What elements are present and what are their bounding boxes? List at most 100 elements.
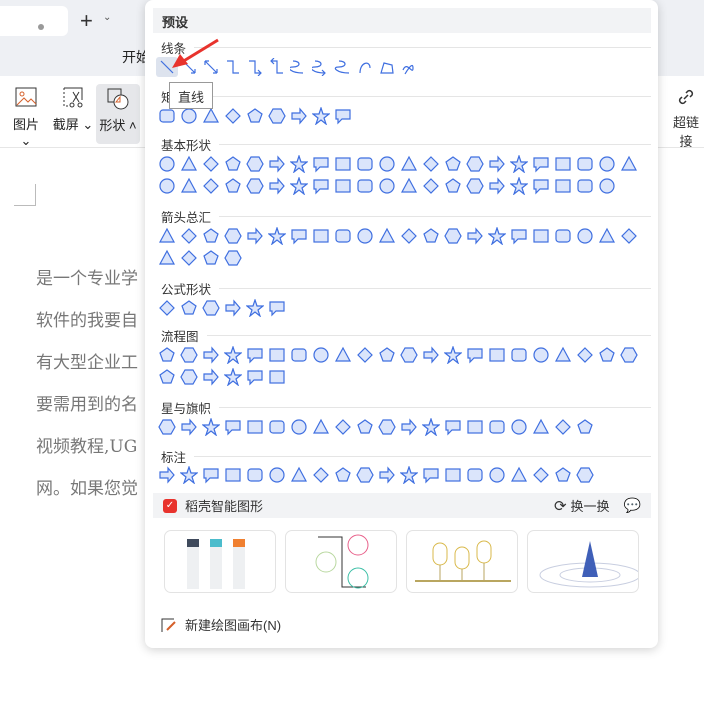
shape-manual-input-icon[interactable] <box>376 345 398 365</box>
shape-right-bracket-icon[interactable] <box>552 176 574 196</box>
shape-wave-icon[interactable] <box>552 417 574 437</box>
shape-line-callout4-icon[interactable] <box>310 465 332 485</box>
shape-sequential-storage-icon[interactable] <box>200 367 222 387</box>
shape-collate-icon[interactable] <box>552 345 574 365</box>
shape-decagon-icon[interactable] <box>420 154 442 174</box>
shape-cloud-callout-icon[interactable] <box>222 465 244 485</box>
shape-can-icon[interactable] <box>178 176 200 196</box>
shape-sort-icon[interactable] <box>574 345 596 365</box>
shape-donut-icon[interactable] <box>244 176 266 196</box>
shape-display-icon[interactable] <box>266 367 288 387</box>
shape-curved-left-arrow-icon[interactable] <box>442 226 464 246</box>
shape-stored-data-icon[interactable] <box>156 367 178 387</box>
shape-corner-icon[interactable] <box>574 154 596 174</box>
shape-left-bracket-icon[interactable] <box>530 176 552 196</box>
shape-explosion1-icon[interactable] <box>156 417 178 437</box>
shape-half-frame-icon[interactable] <box>552 154 574 174</box>
shape-star12-icon[interactable] <box>332 417 354 437</box>
shape-block-arc-icon[interactable] <box>288 176 310 196</box>
shape-round-diag-rect-icon[interactable] <box>332 106 354 126</box>
feedback-icon[interactable]: 💬 <box>624 497 641 514</box>
shape-elbow-connector-icon[interactable] <box>222 57 244 77</box>
shape-diagonal-stripe-icon[interactable] <box>596 154 618 174</box>
shape-summing-junction-icon[interactable] <box>508 345 530 365</box>
shape-parallelogram-icon[interactable] <box>266 154 288 174</box>
shape-circular-arrow-icon[interactable] <box>222 248 244 268</box>
shape-document-icon[interactable] <box>288 345 310 365</box>
shape-accent-border-callout2-icon[interactable] <box>530 465 552 485</box>
shape-snip-round-rect-icon[interactable] <box>266 106 288 126</box>
shape-ribbon-down-icon[interactable] <box>442 417 464 437</box>
shape-round-rect-callout-icon[interactable] <box>178 465 200 485</box>
shape-alternate-process-icon[interactable] <box>178 345 200 365</box>
shape-right-brace-icon[interactable] <box>596 176 618 196</box>
shape-folded-corner-icon[interactable] <box>310 176 332 196</box>
shape-dodecagon-icon[interactable] <box>442 154 464 174</box>
shape-line-callout3-icon[interactable] <box>288 465 310 485</box>
shape-curve-icon[interactable] <box>354 57 376 77</box>
shape-decision-icon[interactable] <box>200 345 222 365</box>
shape-snip-rect-icon[interactable] <box>200 106 222 126</box>
shape-star5-icon[interactable] <box>222 417 244 437</box>
shape-direct-access-storage-icon[interactable] <box>244 367 266 387</box>
shape-left-arrow-callout-icon[interactable] <box>618 226 640 246</box>
shape-moon-icon[interactable] <box>420 176 442 196</box>
shape-card-icon[interactable] <box>464 345 486 365</box>
smart-graphic-card[interactable] <box>406 530 518 593</box>
shape-connector-icon[interactable] <box>420 345 442 365</box>
shape-star4-icon[interactable] <box>200 417 222 437</box>
shape-cube-icon[interactable] <box>200 176 222 196</box>
shape-accent-callout1-icon[interactable] <box>332 465 354 485</box>
shape-star7-icon[interactable] <box>266 417 288 437</box>
shape-right-arrow-icon[interactable] <box>156 226 178 246</box>
chevron-down-icon[interactable]: ⌄ <box>103 12 111 23</box>
shape-cross-icon[interactable] <box>618 154 640 174</box>
shape-pentagon-arrow-icon[interactable] <box>552 226 574 246</box>
shape-magnetic-disk-icon[interactable] <box>222 367 244 387</box>
shape-text-box-icon[interactable] <box>156 154 178 174</box>
shape-vertical-text-box-icon[interactable] <box>178 154 200 174</box>
shape-frame-icon[interactable] <box>530 154 552 174</box>
shape-bent-arrow-icon[interactable] <box>332 226 354 246</box>
shape-manual-operation-icon[interactable] <box>398 345 420 365</box>
shape-star6-icon[interactable] <box>244 417 266 437</box>
shape-minus-icon[interactable] <box>178 298 200 318</box>
shape-pentagon-icon[interactable] <box>332 154 354 174</box>
shape-ellipse-icon[interactable] <box>200 154 222 174</box>
shape-multiply-icon[interactable] <box>200 298 222 318</box>
shape-accent-callout2-icon[interactable] <box>354 465 376 485</box>
shape-equal-icon[interactable] <box>244 298 266 318</box>
shape-curved-connector-icon[interactable] <box>288 57 310 77</box>
shapes-button[interactable]: 形状 ˄ <box>96 84 140 144</box>
shape-bevel-icon[interactable] <box>222 176 244 196</box>
shape-accent-border-callout3-icon[interactable] <box>552 465 574 485</box>
shape-round2-rect-icon[interactable] <box>310 106 332 126</box>
new-tab-button[interactable]: + <box>80 8 93 34</box>
shape-quad-arrow-callout-icon[interactable] <box>200 248 222 268</box>
shape-divide-icon[interactable] <box>222 298 244 318</box>
shape-star24-icon[interactable] <box>376 417 398 437</box>
shape-round1-rect-icon[interactable] <box>288 106 310 126</box>
shape-scribble-icon[interactable] <box>398 57 420 77</box>
hyperlink-button[interactable]: 超链接 <box>668 86 704 150</box>
shape-triangle-icon[interactable] <box>222 154 244 174</box>
shape-teardrop-icon[interactable] <box>508 154 530 174</box>
shape-quad-arrow-icon[interactable] <box>288 226 310 246</box>
shape-snip-diag-rect-icon[interactable] <box>244 106 266 126</box>
shape-oval-callout-icon[interactable] <box>200 465 222 485</box>
screenshot-button[interactable]: 截屏 ⌄ <box>52 86 94 136</box>
shape-right-triangle-icon[interactable] <box>244 154 266 174</box>
shape-notched-right-arrow-icon[interactable] <box>530 226 552 246</box>
shape-right-arrow-callout-icon[interactable] <box>596 226 618 246</box>
shape-merge-icon[interactable] <box>618 345 640 365</box>
shape-accent-callout3-icon[interactable] <box>376 465 398 485</box>
document-tab[interactable] <box>0 6 68 36</box>
smart-graphic-card[interactable] <box>527 530 639 593</box>
shape-left-up-arrow-icon[interactable] <box>376 226 398 246</box>
shape-data-icon[interactable] <box>222 345 244 365</box>
shape-curved-ribbon-down-icon[interactable] <box>486 417 508 437</box>
shape-snip2-rect-icon[interactable] <box>222 106 244 126</box>
shape-chord-icon[interactable] <box>486 154 508 174</box>
shape-not-equal-icon[interactable] <box>266 298 288 318</box>
shape-no-border-callout3-icon[interactable] <box>464 465 486 485</box>
